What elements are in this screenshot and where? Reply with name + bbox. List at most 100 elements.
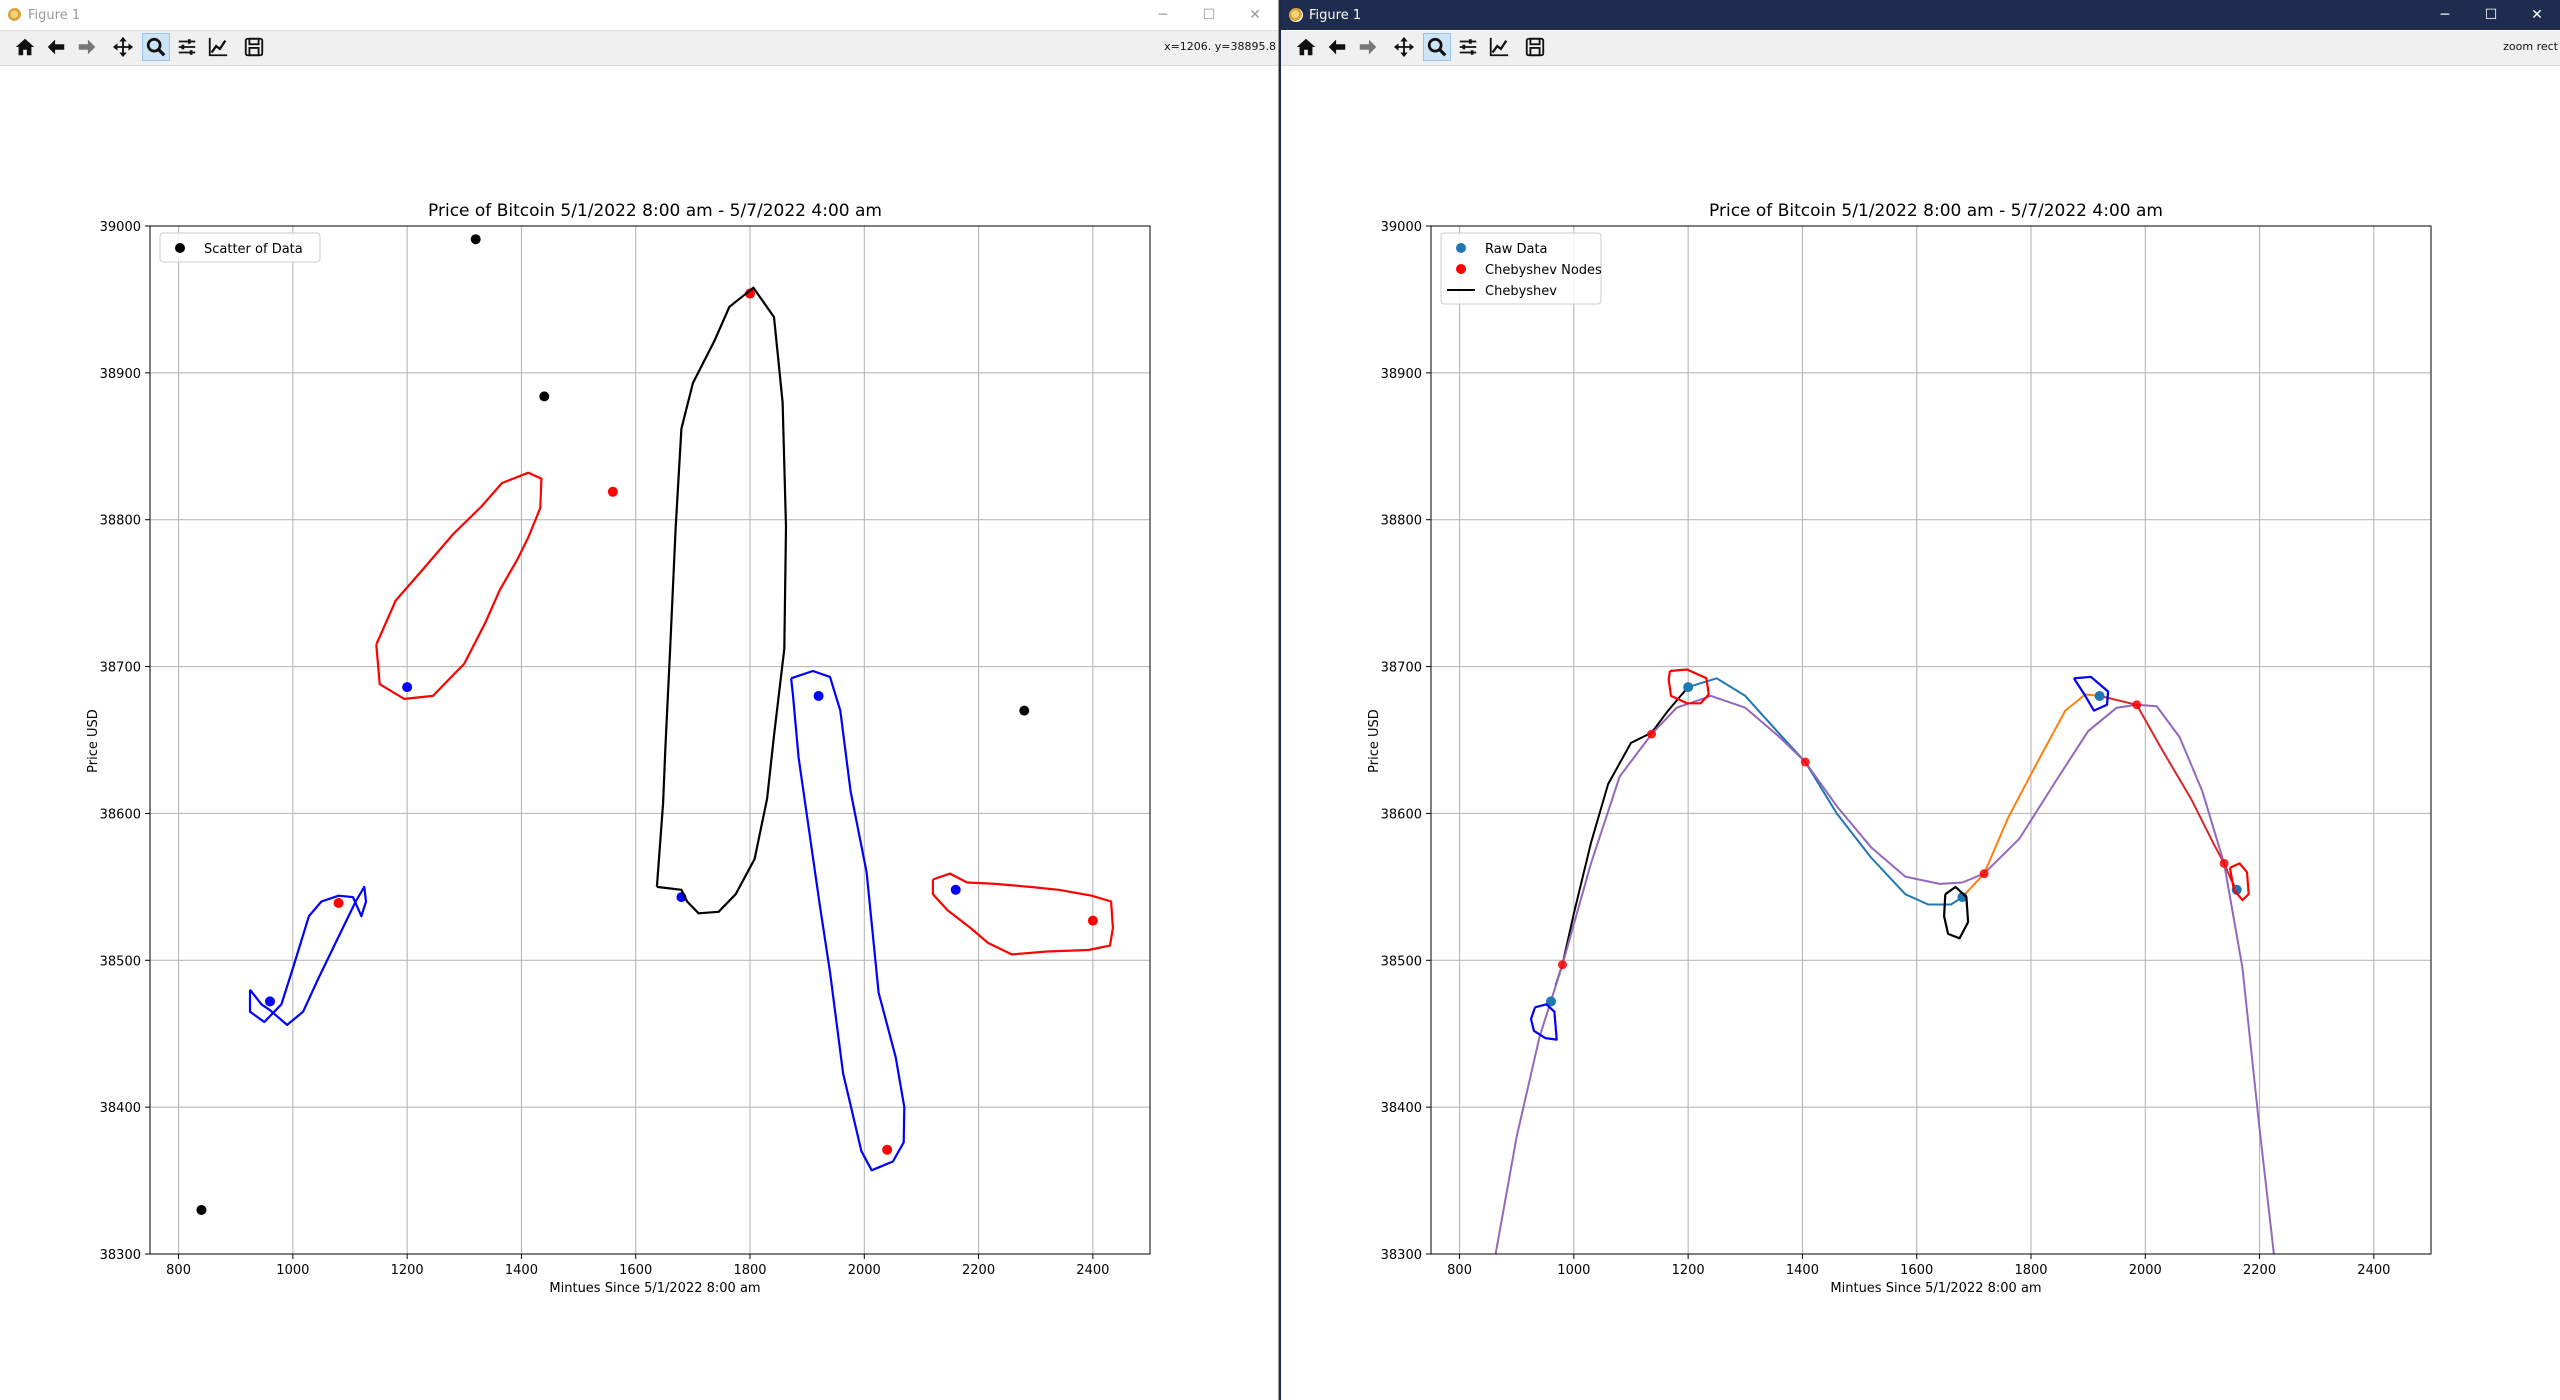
plot-area xyxy=(1494,668,2275,1254)
x-tick-label: 1200 xyxy=(391,1263,424,1278)
home-button[interactable] xyxy=(1292,33,1320,61)
y-tick-label: 38400 xyxy=(1381,1101,1422,1116)
save-icon xyxy=(244,37,264,57)
chebyshev-node-point xyxy=(1979,869,1989,879)
forward-arrow-icon xyxy=(78,39,96,55)
hand-drawn-annotation xyxy=(375,471,543,701)
data-point xyxy=(882,1144,893,1155)
pan-button[interactable] xyxy=(1390,33,1418,61)
pan-icon xyxy=(112,36,134,58)
x-tick-label: 2000 xyxy=(848,1263,881,1278)
data-point xyxy=(402,682,413,693)
maximize-button[interactable]: ☐ xyxy=(2468,0,2514,30)
x-tick-label: 2000 xyxy=(2129,1263,2162,1278)
y-tick-label: 38900 xyxy=(100,367,141,382)
y-tick-label: 38500 xyxy=(1381,954,1422,969)
save-button[interactable] xyxy=(240,33,268,61)
x-tick-label: 1000 xyxy=(1557,1263,1590,1278)
raw-data-point xyxy=(1683,682,1694,693)
pan-icon xyxy=(1393,36,1415,58)
x-tick-label: 800 xyxy=(1447,1263,1472,1278)
close-button[interactable]: ✕ xyxy=(2514,0,2560,30)
data-point xyxy=(265,996,275,1007)
save-button[interactable] xyxy=(1521,33,1549,61)
x-tick-label: 1000 xyxy=(276,1263,309,1278)
chebyshev-node-point xyxy=(1800,757,1810,767)
x-tick-label: 1600 xyxy=(1900,1263,1933,1278)
x-tick-label: 1400 xyxy=(505,1263,538,1278)
figure-window-1: Figure 1 ─ ☐ ✕ x=1206. y=38895.8 Price o… xyxy=(0,0,1279,1400)
edit-axis-icon xyxy=(208,37,228,57)
configure-subplots-button[interactable] xyxy=(173,33,201,61)
close-button[interactable]: ✕ xyxy=(1232,0,1278,30)
data-point xyxy=(1019,705,1030,716)
back-arrow-icon xyxy=(1328,39,1346,55)
x-tick-label: 1800 xyxy=(2014,1263,2047,1278)
hand-drawn-annotation xyxy=(931,872,1115,956)
figure-window-2: Figure 1 ─ ☐ ✕ zoom rect Price of Bitcoi… xyxy=(1279,0,2560,1400)
hand-drawn-annotation xyxy=(790,669,906,1172)
data-point xyxy=(607,486,618,497)
window-title: Figure 1 xyxy=(28,7,81,23)
chebyshev-node-point xyxy=(1647,729,1657,739)
minimize-button[interactable]: ─ xyxy=(2422,0,2468,30)
series-line xyxy=(1494,694,2275,1254)
title-bar: Figure 1 ─ ☐ ✕ xyxy=(1281,0,2560,30)
legend-swatch xyxy=(175,243,185,253)
forward-button[interactable] xyxy=(73,33,101,61)
x-tick-label: 800 xyxy=(166,1263,191,1278)
save-icon xyxy=(1525,37,1545,57)
home-icon xyxy=(1296,38,1316,56)
data-point xyxy=(813,690,824,701)
legend-label: Scatter of Data xyxy=(204,242,303,257)
forward-button[interactable] xyxy=(1354,33,1382,61)
navigation-toolbar: zoom rect xyxy=(1281,31,2560,66)
zoom-icon xyxy=(1427,37,1447,57)
minimize-button[interactable]: ─ xyxy=(1140,0,1186,30)
data-point xyxy=(470,234,481,245)
series-line xyxy=(1554,686,1689,986)
y-tick-label: 38800 xyxy=(100,514,141,529)
window-title: Figure 1 xyxy=(1309,7,1362,23)
chebyshev-node-point xyxy=(1557,960,1567,970)
configure-subplots-button[interactable] xyxy=(1454,33,1482,61)
y-tick-label: 38300 xyxy=(1381,1248,1422,1263)
back-button[interactable] xyxy=(1323,33,1351,61)
chebyshev-node-point xyxy=(2132,700,2142,710)
hand-drawn-annotation xyxy=(655,286,788,915)
y-tick-label: 38700 xyxy=(100,661,141,676)
chebyshev-node-point xyxy=(2219,858,2229,868)
data-point xyxy=(1087,915,1098,926)
legend-label: Chebyshev Nodes xyxy=(1485,263,1602,278)
zoom-button[interactable] xyxy=(142,33,170,61)
zoom-button[interactable] xyxy=(1423,33,1451,61)
chart-canvas-1[interactable]: Price of Bitcoin 5/1/2022 8:00 am - 5/7/… xyxy=(0,66,1278,1400)
x-tick-label: 1800 xyxy=(733,1263,766,1278)
edit-axis-button[interactable] xyxy=(204,33,232,61)
back-button[interactable] xyxy=(42,33,70,61)
chart-canvas-2[interactable]: Price of Bitcoin 5/1/2022 8:00 am - 5/7/… xyxy=(1281,66,2560,1400)
x-tick-label: 1600 xyxy=(619,1263,652,1278)
matplotlib-logo-icon xyxy=(8,8,22,22)
matplotlib-logo-icon xyxy=(1289,8,1303,22)
back-arrow-icon xyxy=(47,39,65,55)
y-tick-label: 38800 xyxy=(1381,514,1422,529)
data-point xyxy=(950,884,961,895)
pan-button[interactable] xyxy=(109,33,137,61)
legend-label: Raw Data xyxy=(1485,242,1548,257)
y-tick-label: 39000 xyxy=(100,220,141,235)
raw-data-point xyxy=(2094,690,2105,701)
y-tick-label: 38700 xyxy=(1381,661,1422,676)
toolbar-mode-message: zoom rect xyxy=(2503,40,2558,53)
legend-label: Chebyshev xyxy=(1485,284,1557,299)
maximize-button[interactable]: ☐ xyxy=(1186,0,1232,30)
hand-drawn-annotation xyxy=(1942,885,1970,940)
axes-frame xyxy=(1430,225,2432,1255)
x-tick-label: 2400 xyxy=(2357,1263,2390,1278)
legend-swatch xyxy=(1456,243,1466,253)
y-tick-label: 38500 xyxy=(100,954,141,969)
edit-axis-button[interactable] xyxy=(1485,33,1513,61)
home-button[interactable] xyxy=(11,33,39,61)
legend-swatch xyxy=(1456,264,1466,274)
x-tick-label: 2200 xyxy=(962,1263,995,1278)
